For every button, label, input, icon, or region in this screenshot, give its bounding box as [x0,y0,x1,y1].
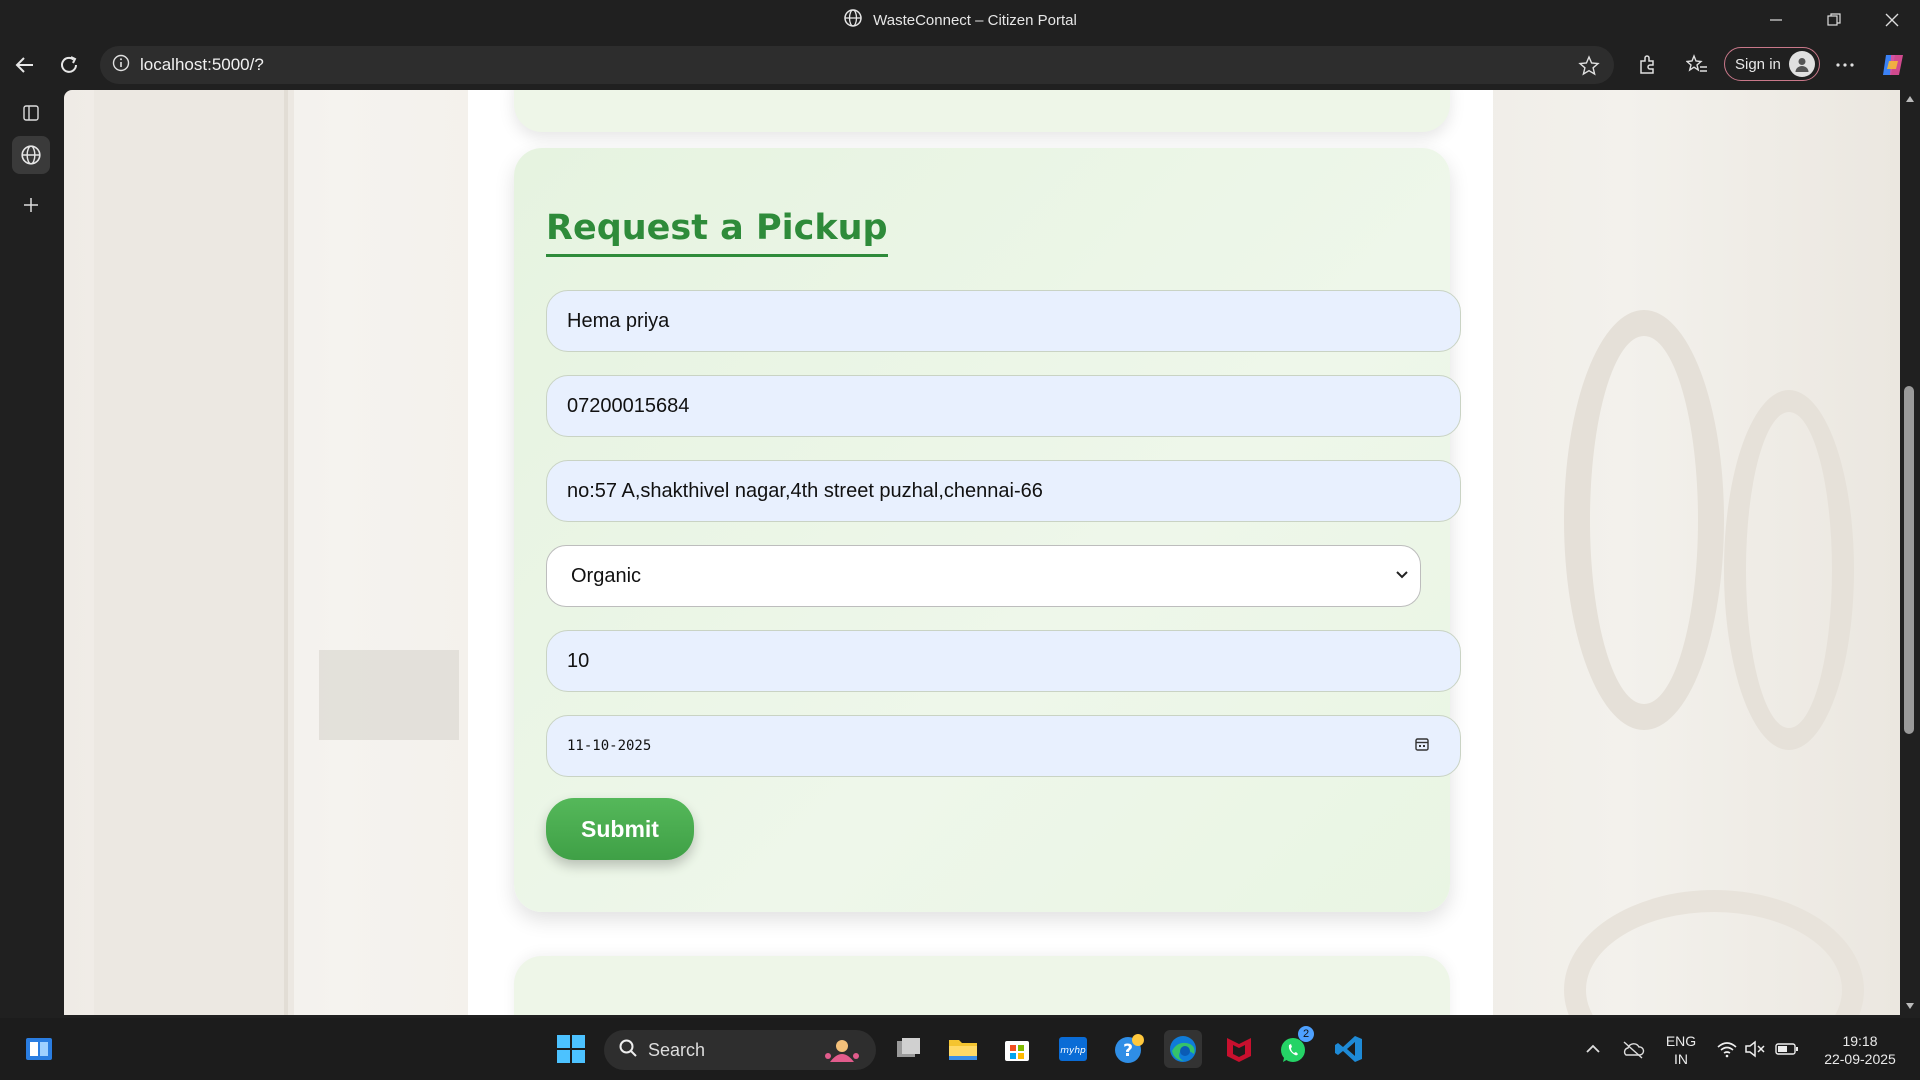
background-door-left [94,90,294,1015]
file-explorer-icon[interactable] [944,1030,982,1068]
whatsapp-icon[interactable]: 2 [1276,1026,1314,1068]
myhp-icon[interactable]: myhp [1054,1030,1092,1068]
submit-button[interactable]: Submit [546,798,694,860]
scrollbar-thumb[interactable] [1904,386,1914,734]
address-input-value: no:57 A,shakthivel nagar,4th street puzh… [567,479,1043,502]
waste-type-select[interactable]: Organic [546,545,1421,607]
address-bar[interactable]: localhost:5000/? [100,46,1614,84]
window-title-group: WasteConnect – Citizen Portal [0,0,1920,40]
globe-icon [843,8,863,32]
tab-actions-icon[interactable] [12,94,50,132]
calendar-icon[interactable] [1414,736,1430,756]
start-windows-icon[interactable] [552,1030,590,1068]
sign-in-button[interactable]: Sign in [1724,47,1820,81]
previous-section-card [514,90,1450,132]
main-container: Request a Pickup Hema priya 07200015684 … [468,90,1493,1015]
page-viewport: Request a Pickup Hema priya 07200015684 … [64,90,1900,1015]
pickup-date-input[interactable]: 11-10-2025 [546,715,1461,777]
close-button[interactable] [1864,0,1920,40]
language-code: ENG [1665,1033,1697,1049]
more-menu-icon[interactable] [1828,48,1862,82]
phone-input-value: 07200015684 [567,394,690,417]
svg-text:myhp: myhp [1060,1046,1086,1056]
new-tab-plus-icon[interactable] [12,186,50,224]
restore-button[interactable] [1806,0,1862,40]
favorites-icon[interactable] [1680,48,1714,82]
help-icon[interactable]: ? [1110,1030,1148,1068]
waste-type-selected: Organic [571,564,642,587]
search-highlight-icon [820,1036,864,1069]
widgets-icon[interactable] [20,1030,58,1068]
background-plate [319,650,459,740]
back-arrow-icon[interactable] [8,48,42,82]
window-titlebar: WasteConnect – Citizen Portal [0,0,1920,40]
region-code: IN [1674,1051,1688,1067]
taskbar-search-box[interactable]: Search [604,1030,876,1070]
battery-icon[interactable] [1768,1030,1806,1068]
background-washer-2 [1724,390,1854,750]
whatsapp-badge: 2 [1298,1026,1314,1042]
extensions-icon[interactable] [1630,48,1664,82]
vscode-icon[interactable] [1330,1030,1368,1068]
address-input[interactable]: no:57 A,shakthivel nagar,4th street puzh… [546,460,1461,522]
name-input[interactable]: Hema priya [546,290,1461,352]
windows-taskbar: Search myhp ? 2 ENG IN 19:18 22-09-2025 [0,1018,1920,1080]
clock[interactable]: 19:18 22-09-2025 [1812,1032,1908,1068]
background-divider [284,90,288,1015]
favorite-star-icon[interactable] [1578,55,1600,82]
refresh-icon[interactable] [52,48,86,82]
mcafee-icon[interactable] [1220,1030,1258,1068]
clock-time: 19:18 [1842,1033,1878,1049]
quantity-input-value: 10 [567,649,590,672]
sign-in-label: Sign in [1735,55,1781,73]
search-label: Search [648,1039,706,1060]
profile-avatar-icon [1788,51,1815,77]
scroll-up-arrow-icon[interactable] [1905,94,1915,104]
tray-chevron-up-icon[interactable] [1574,1030,1612,1068]
next-section-card [514,956,1450,1015]
quantity-input[interactable]: 10 [546,630,1461,692]
tab-waste-connect[interactable] [12,136,50,174]
microsoft-store-icon[interactable] [998,1030,1036,1068]
task-view-icon[interactable] [890,1030,928,1068]
background-washer-1 [1564,310,1724,730]
pickup-date-value: 11-10-2025 [567,738,652,754]
vertical-tab-strip [0,90,64,1018]
scroll-down-arrow-icon[interactable] [1905,1001,1915,1011]
edge-browser-icon[interactable] [1164,1030,1202,1068]
search-icon [618,1038,638,1063]
window-title: WasteConnect – Citizen Portal [873,11,1077,29]
form-heading: Request a Pickup [546,208,888,257]
url-text[interactable]: localhost:5000/? [140,55,264,75]
site-info-icon[interactable] [112,54,130,77]
browser-toolbar: localhost:5000/? Sign in [0,40,1920,90]
pickup-request-card: Request a Pickup Hema priya 07200015684 … [514,148,1461,912]
copilot-icon[interactable] [1876,48,1910,82]
name-input-value: Hema priya [567,309,670,332]
clock-date: 22-09-2025 [1824,1051,1896,1067]
phone-input[interactable]: 07200015684 [546,375,1461,437]
minimize-button[interactable] [1748,0,1804,40]
background-washer-3 [1564,890,1864,1015]
language-indicator[interactable]: ENG IN [1662,1032,1700,1068]
svg-text:?: ? [1123,1041,1133,1061]
chevron-down-icon [1394,565,1410,588]
onedrive-offline-icon[interactable] [1614,1030,1652,1068]
